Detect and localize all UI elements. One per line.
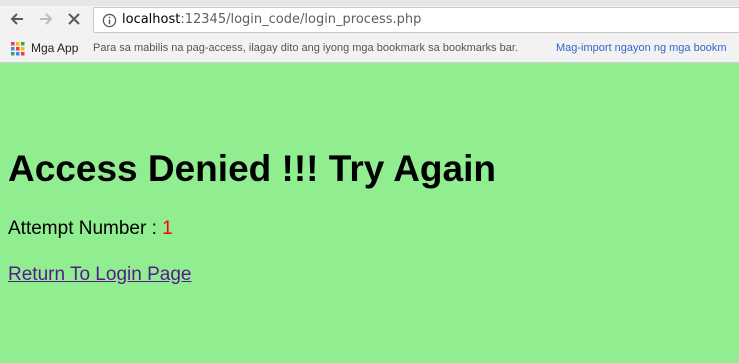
- apps-shortcut[interactable]: Mga App: [31, 41, 78, 55]
- import-bookmarks-link[interactable]: Mag-import ngayon ng mga bookm: [556, 42, 727, 54]
- back-button[interactable]: [7, 9, 27, 29]
- arrow-right-icon: [40, 13, 53, 25]
- attempt-number: 1: [162, 218, 173, 239]
- url-path: :12345/login_code/login_process.php: [180, 12, 422, 27]
- page-title: Access Denied !!! Try Again: [8, 148, 496, 189]
- tab-strip: [0, 0, 739, 6]
- close-icon: [68, 13, 80, 25]
- forward-button[interactable]: [36, 9, 56, 29]
- bookmarks-bar: Mga App Para sa mabilis na pag-access, i…: [0, 36, 739, 63]
- bookmarks-hint: Para sa mabilis na pag-access, ilagay di…: [93, 42, 518, 54]
- url-text[interactable]: localhost:12345/login_code/login_process…: [122, 12, 421, 28]
- address-bar[interactable]: localhost:12345/login_code/login_process…: [93, 7, 739, 33]
- stop-button[interactable]: [64, 9, 84, 29]
- attempt-label: Attempt Number :: [8, 218, 163, 239]
- info-icon[interactable]: [102, 13, 117, 28]
- return-to-login-link[interactable]: Return To Login Page: [8, 264, 191, 286]
- arrow-left-icon: [10, 13, 23, 25]
- apps-grid-icon[interactable]: [11, 42, 25, 56]
- page-content: Access Denied !!! Try Again Attempt Numb…: [0, 63, 739, 363]
- browser-toolbar: localhost:12345/login_code/login_process…: [0, 0, 739, 36]
- url-host: localhost: [122, 12, 181, 27]
- attempt-line: Attempt Number : 1: [8, 218, 173, 240]
